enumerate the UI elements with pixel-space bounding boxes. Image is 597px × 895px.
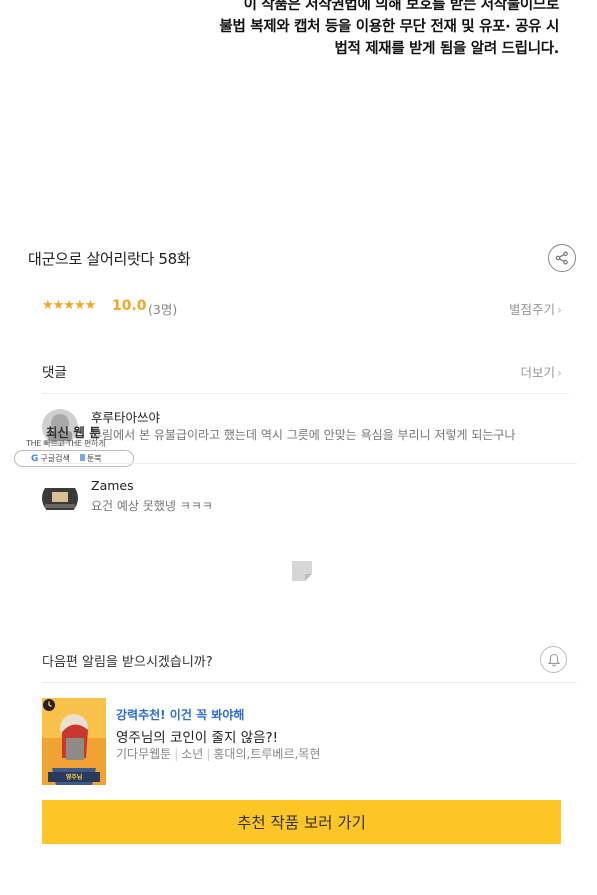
comment-body: 무림에서 본 유불급이라고 했는데 역시 그릇에 안맞는 욕심을 부리니 저렇게… — [91, 428, 516, 442]
divider — [42, 393, 569, 394]
episode-title: 대군으로 살어리랏다 58화 — [28, 250, 191, 268]
chevron-right-icon: › — [557, 302, 562, 317]
recommendation-thumbnail: 영주님 — [42, 698, 106, 785]
notice-line-2: 불법 복제와 캡처 등을 이용한 무단 전재 및 유포· 공유 시 — [219, 19, 559, 35]
copyright-notice: 이 작품은 저작권법에 의해 보호를 받는 저작물이므로 불법 복제와 캡처 등… — [0, 0, 597, 60]
recommendation-meta: 기다무웹툰 | 소년 | 홍대의,트루베르,목현 — [116, 745, 320, 762]
rating-score: 10.0 — [112, 298, 147, 314]
comments-header: 댓글 더보기 › — [42, 360, 562, 382]
chevron-right-icon: › — [557, 365, 562, 380]
recommendation-tag: 강력추천! 이건 꼭 봐야해 — [116, 708, 245, 722]
comments-title: 댓글 — [42, 365, 67, 381]
notify-row: 다음편 알림을 받으시겠습니까? — [42, 646, 569, 674]
watermark-subtitle: THE 빠르고 THE 편하게 — [26, 439, 106, 448]
more-comments-label: 더보기 — [520, 365, 555, 380]
rating-row: ★★★★★ 10.0 (3명) 별점주기 › — [42, 296, 562, 320]
comment-body: 요건 예상 못했넹 ㅋㅋㅋ — [91, 499, 213, 513]
notify-text: 다음편 알림을 받으시겠습니까? — [42, 655, 213, 670]
divider — [42, 682, 577, 683]
notice-line-3: 법적 제재를 받게 됨을 알려 드립니다. — [334, 41, 559, 57]
share-button[interactable] — [548, 244, 576, 272]
divider — [42, 463, 577, 464]
avatar — [42, 480, 78, 516]
view-recommendations-button[interactable]: 추천 작품 보러 가기 — [42, 800, 561, 844]
watermark-search-pill: G 구글검색 툰북 — [14, 450, 134, 467]
comment-item: Zames 요건 예상 못했넹 ㅋㅋㅋ — [42, 478, 572, 522]
bookmark-icon — [79, 454, 85, 461]
rating-count: (3명) — [148, 302, 178, 317]
comment-author: Zames — [91, 478, 134, 493]
recommendation-genre: 소년 — [181, 747, 204, 761]
google-icon: G — [31, 454, 39, 464]
rate-button-label: 별점주기 — [508, 302, 555, 317]
image-placeholder-icon — [292, 561, 312, 581]
site-watermark: 최신 웹 툰 THE 빠르고 THE 편하게 G 구글검색 툰북 — [14, 420, 138, 468]
share-icon — [555, 251, 568, 265]
recommendation-authors: 홍대의,트루베르,목현 — [213, 747, 321, 761]
episode-header: 대군으로 살어리랏다 58화 — [0, 244, 597, 274]
svg-text:영주님: 영주님 — [66, 773, 83, 781]
rate-button[interactable]: 별점주기 › — [509, 299, 562, 318]
separator: | — [206, 747, 211, 761]
recommendation-title: 영주님의 코인이 줄지 않음?! — [116, 730, 279, 746]
recommendation-card[interactable]: 영주님 강력추천! 이건 꼭 봐야해 영주님의 코인이 줄지 않음?! 기다무웹… — [42, 698, 562, 786]
notice-line-1: 이 작품은 저작권법에 의해 보호를 받는 저작물이므로 — [243, 0, 560, 13]
separator: | — [174, 747, 179, 761]
rating-stars: ★★★★★ — [42, 298, 96, 313]
notify-bell-button[interactable] — [540, 646, 567, 673]
more-comments-link[interactable]: 더보기 › — [520, 362, 562, 381]
bell-icon — [547, 653, 560, 666]
recommendation-category: 기다무웹툰 — [116, 747, 172, 761]
